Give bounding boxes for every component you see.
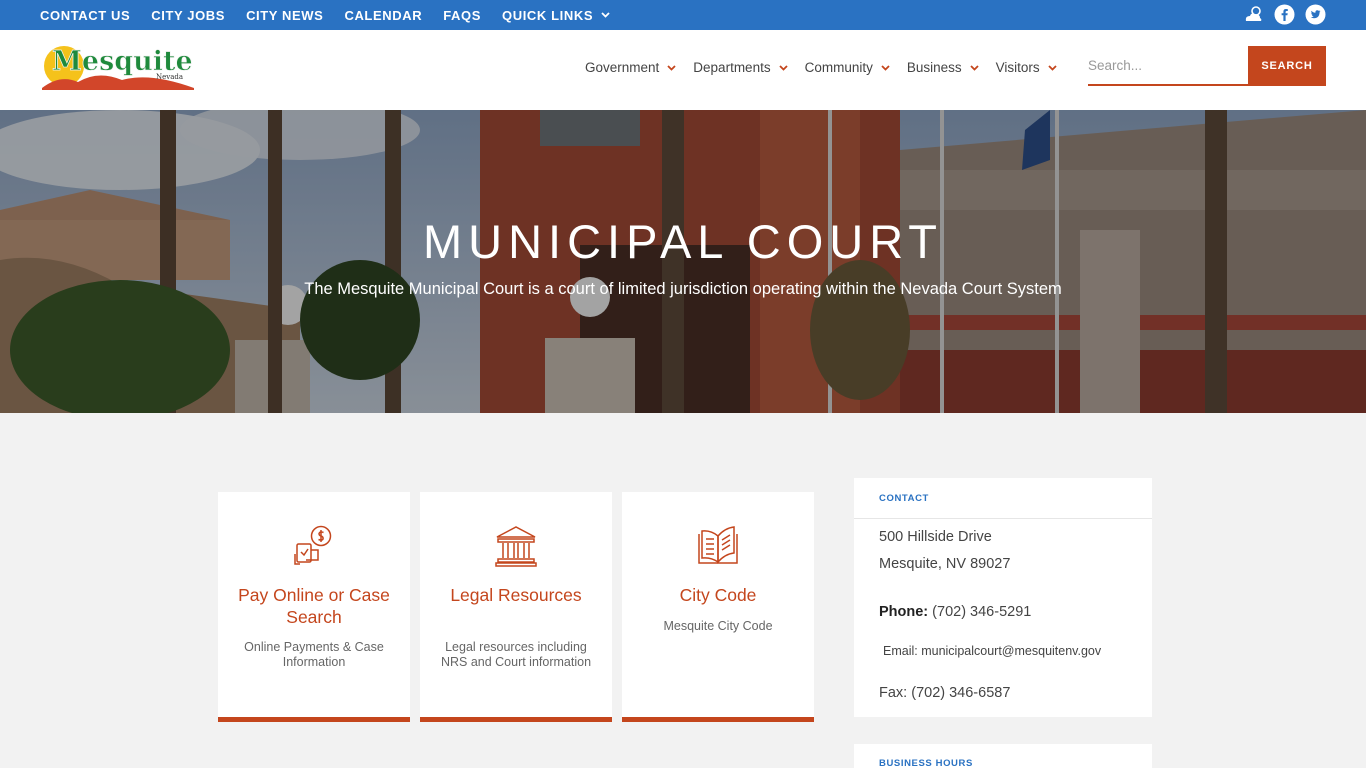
city-code-desc: Mesquite City Code [663, 619, 773, 633]
phone-line: Phone: (702) 346-5291 [879, 604, 1031, 620]
chevron-down-icon [667, 64, 676, 71]
fax-number: (702) 346-6587 [911, 685, 1011, 701]
nav-community[interactable]: Community [805, 60, 890, 75]
calendar-link[interactable]: CALENDAR [344, 8, 422, 23]
chevron-down-icon [601, 12, 610, 18]
email-line: Email: municipalcourt@mesquitenv.gov [883, 644, 1101, 658]
nav-visitors-label: Visitors [995, 60, 1040, 75]
address-line-2: Mesquite, NV 89027 [879, 556, 1011, 572]
online-payment-icon [294, 525, 332, 565]
utility-nav: CONTACT US CITY JOBS CITY NEWS CALENDAR … [40, 0, 631, 30]
page-subtitle: The Mesquite Municipal Court is a court … [304, 280, 1062, 298]
pay-online-title: Pay Online or Case Search [238, 585, 390, 627]
legal-resources-title: Legal Resources [450, 585, 582, 605]
phone-label: Phone: [879, 604, 929, 620]
city-jobs-link[interactable]: CITY JOBS [151, 8, 225, 23]
nav-government[interactable]: Government [585, 60, 676, 75]
address-line-1: 500 Hillside Drive [879, 529, 992, 545]
search-input[interactable] [1088, 46, 1248, 86]
site-header: Mesquite Nevada Government Departments C… [0, 30, 1366, 110]
quick-links-label: QUICK LINKS [502, 7, 594, 23]
top-utility-bar: CONTACT US CITY JOBS CITY NEWS CALENDAR … [0, 0, 1366, 30]
city-code-title: City Code [679, 585, 757, 605]
twitter-icon[interactable] [1305, 4, 1326, 25]
contact-us-link[interactable]: CONTACT US [40, 8, 130, 23]
chevron-down-icon [1048, 64, 1057, 71]
chevron-down-icon [970, 64, 979, 71]
mesquite-logo[interactable]: Mesquite Nevada [40, 42, 196, 92]
social-icons [1243, 4, 1326, 25]
contact-box: CONTACT 500 Hillside Drive Mesquite, NV … [854, 478, 1152, 717]
main-nav: Government Departments Community Busines… [585, 60, 1074, 75]
phone-number[interactable]: (702) 346-5291 [932, 604, 1031, 620]
facebook-icon[interactable] [1274, 4, 1295, 25]
pay-online-card[interactable]: Pay Online or Case Search Online Payment… [218, 492, 410, 722]
nav-departments[interactable]: Departments [693, 60, 788, 75]
business-hours-box: BUSINESS HOURS [854, 744, 1152, 768]
contact-heading: CONTACT [854, 478, 1152, 519]
chevron-down-icon [881, 64, 890, 71]
city-code-card[interactable]: City Code Mesquite City Code [622, 492, 814, 722]
pay-online-desc: Online Payments & Case Information [244, 640, 384, 669]
fax-label: Fax: [879, 685, 908, 701]
nav-business[interactable]: Business [907, 60, 979, 75]
page-title: MUNICIPAL COURT [423, 215, 943, 268]
legal-resources-desc: Legal resources including NRS and Court … [440, 640, 592, 669]
fax-line: Fax: (702) 346-6587 [879, 685, 1010, 701]
nav-visitors[interactable]: Visitors [996, 60, 1057, 75]
hero-banner: MUNICIPAL COURT The Mesquite Municipal C… [0, 110, 1366, 413]
email-address[interactable]: municipalcourt@mesquitenv.gov [921, 644, 1101, 658]
email-label: Email: [883, 644, 918, 658]
nav-government-label: Government [585, 60, 660, 75]
search-button[interactable]: SEARCH [1248, 46, 1326, 86]
business-hours-heading: BUSINESS HOURS [879, 758, 973, 768]
courthouse-icon [495, 526, 537, 567]
open-book-icon [698, 526, 738, 564]
nav-community-label: Community [804, 60, 873, 75]
nav-business-label: Business [906, 60, 962, 75]
legal-resources-card[interactable]: Legal Resources Legal resources includin… [420, 492, 612, 722]
weather-icon[interactable] [1243, 4, 1264, 25]
faqs-link[interactable]: FAQS [443, 8, 481, 23]
logo-subtext: Nevada [156, 73, 183, 81]
nav-departments-label: Departments [693, 60, 771, 75]
quick-links-dropdown[interactable]: QUICK LINKS [502, 8, 610, 23]
chevron-down-icon [778, 64, 788, 71]
city-news-link[interactable]: CITY NEWS [246, 8, 323, 23]
